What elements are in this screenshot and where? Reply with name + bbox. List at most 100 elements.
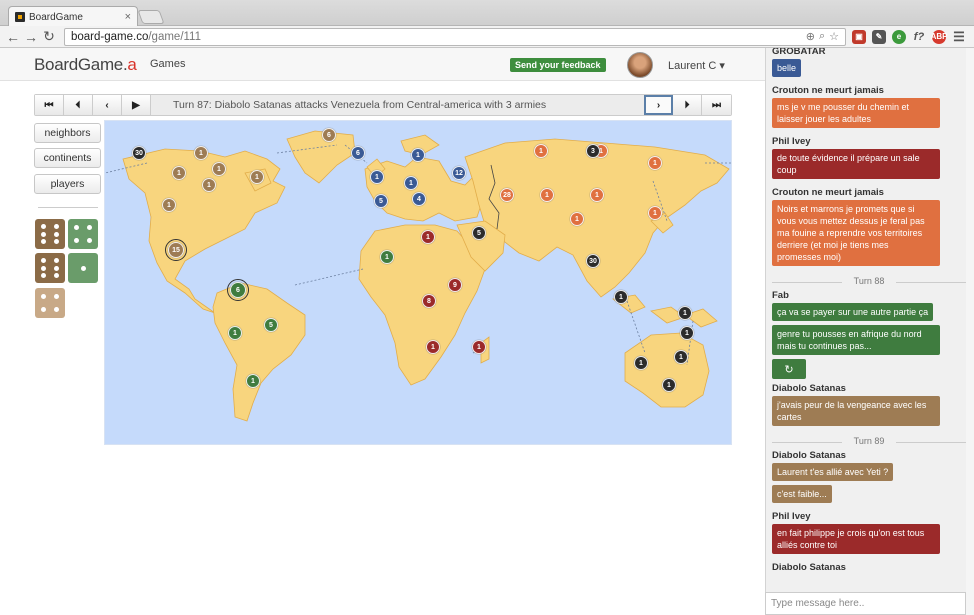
- army-marker[interactable]: 6: [351, 146, 365, 160]
- army-marker[interactable]: 5: [264, 318, 278, 332]
- chat-author: Phil Ivey: [772, 136, 811, 147]
- army-marker[interactable]: 1: [411, 148, 425, 162]
- menu-icon[interactable]: ☰: [952, 29, 966, 44]
- die-pip: [41, 224, 46, 229]
- army-marker[interactable]: 1: [250, 170, 264, 184]
- last-turn-button[interactable]: ⏭: [702, 95, 731, 115]
- army-marker[interactable]: 1: [194, 146, 208, 160]
- chat-input[interactable]: [765, 592, 966, 615]
- user-menu[interactable]: Laurent C ▾: [668, 59, 725, 72]
- browser-tab[interactable]: BoardGame ×: [8, 6, 138, 27]
- army-marker[interactable]: 1: [162, 198, 176, 212]
- army-marker[interactable]: 1: [614, 290, 628, 304]
- map-svg: [105, 130, 731, 422]
- search-icon[interactable]: ⌕: [819, 30, 825, 43]
- adblock-icon[interactable]: ABP: [931, 29, 947, 44]
- army-marker[interactable]: 9: [448, 278, 462, 292]
- die-pip: [87, 238, 92, 243]
- avatar[interactable]: [627, 52, 653, 78]
- army-marker[interactable]: 1: [648, 206, 662, 220]
- army-marker[interactable]: 1: [212, 162, 226, 176]
- step-forward-button[interactable]: ›: [644, 95, 673, 115]
- army-marker[interactable]: 4: [412, 192, 426, 206]
- army-marker[interactable]: 1: [228, 326, 242, 340]
- chat-message: Laurent t'es allié avec Yeti ?: [772, 463, 894, 481]
- army-marker[interactable]: 1: [534, 144, 548, 158]
- extension-red-icon[interactable]: ▣: [852, 29, 866, 44]
- army-marker[interactable]: 1: [678, 306, 692, 320]
- previous-turn-button[interactable]: ⏴: [64, 95, 93, 115]
- army-marker[interactable]: 12: [452, 166, 466, 180]
- next-turn-button[interactable]: ⏵: [673, 95, 702, 115]
- browser-tabstrip: BoardGame ×: [0, 0, 974, 27]
- extension-pen-icon[interactable]: ✎: [872, 29, 886, 44]
- chat-messages: GROBATAR belle Crouton ne meurt jamais ms …: [772, 48, 966, 575]
- url-path: /game/111: [148, 30, 201, 43]
- die-pip: [41, 258, 46, 263]
- army-marker[interactable]: 1: [590, 188, 604, 202]
- chat-scrollbar[interactable]: [966, 48, 974, 615]
- zoom-icon[interactable]: ⊕: [806, 30, 815, 43]
- new-tab-button[interactable]: [137, 10, 165, 24]
- army-marker[interactable]: 30: [132, 146, 146, 160]
- bookmark-star-icon[interactable]: ☆: [829, 30, 839, 43]
- turn-description: Turn 87: Diabolo Satanas attacks Venezue…: [173, 99, 547, 111]
- continents-button[interactable]: continents: [34, 148, 101, 168]
- army-marker[interactable]: 1: [570, 212, 584, 226]
- players-button[interactable]: players: [34, 174, 101, 194]
- army-marker[interactable]: 1: [662, 378, 676, 392]
- die-pip: [41, 294, 46, 299]
- tab-close-icon[interactable]: ×: [125, 11, 131, 23]
- army-marker[interactable]: 30: [586, 254, 600, 268]
- army-marker[interactable]: 1: [540, 188, 554, 202]
- back-arrow-icon[interactable]: ←: [4, 28, 22, 46]
- army-marker[interactable]: 6: [322, 128, 336, 142]
- army-marker[interactable]: 1: [172, 166, 186, 180]
- neighbors-button[interactable]: neighbors: [34, 123, 101, 143]
- army-marker[interactable]: 1: [472, 340, 486, 354]
- games-link[interactable]: Games: [150, 58, 185, 70]
- army-marker[interactable]: 8: [422, 294, 436, 308]
- extension-evernote-icon[interactable]: e: [892, 29, 906, 44]
- step-back-button[interactable]: ‹: [93, 95, 122, 115]
- army-marker[interactable]: 1: [380, 250, 394, 264]
- army-marker[interactable]: 1: [634, 356, 648, 370]
- die-pip: [41, 231, 46, 237]
- army-marker[interactable]: 1: [246, 374, 260, 388]
- army-marker[interactable]: 1: [202, 178, 216, 192]
- site-logo[interactable]: BoardGame.a: [34, 55, 137, 75]
- feedback-button[interactable]: Send your feedback: [510, 58, 606, 72]
- forward-arrow-icon[interactable]: →: [22, 28, 40, 46]
- army-marker[interactable]: 1: [680, 326, 694, 340]
- url-bar[interactable]: board-game.co/game/111 ⊕ ⌕ ☆: [64, 27, 846, 46]
- die-pip: [54, 294, 59, 299]
- turn-separator: Turn 89: [772, 436, 966, 446]
- army-marker[interactable]: 1: [648, 156, 662, 170]
- url-host: board-game.co: [71, 30, 149, 43]
- world-map[interactable]: 30 1 1 1 1 1 1 6 15 6 1 5 1 6 1 1 1 5 4 12 1 1 3 1 28 1 1 1 1 1 5 1 9 8 1 1…: [104, 120, 732, 445]
- army-marker[interactable]: 28: [500, 188, 514, 202]
- army-marker[interactable]: 15: [165, 239, 187, 261]
- first-turn-button[interactable]: ⏮: [35, 95, 64, 115]
- extension-formula-icon[interactable]: f?: [912, 30, 926, 44]
- reload-icon[interactable]: ↻: [40, 28, 58, 46]
- army-marker[interactable]: 1: [426, 340, 440, 354]
- army-marker[interactable]: 6: [227, 279, 249, 301]
- die: [35, 253, 65, 283]
- army-marker[interactable]: 1: [674, 350, 688, 364]
- army-marker[interactable]: 1: [421, 230, 435, 244]
- army-marker[interactable]: 3: [586, 144, 600, 158]
- die-pip: [74, 238, 79, 243]
- army-marker[interactable]: 1: [370, 170, 384, 184]
- die-pip: [80, 265, 86, 271]
- chat-message: ms je v me pousser du chemin et laisser …: [772, 98, 940, 128]
- refresh-icon[interactable]: ↻: [772, 359, 806, 379]
- chat-message: c'est faible...: [772, 485, 832, 503]
- army-marker[interactable]: 5: [374, 194, 388, 208]
- chat-author: GROBATAR: [772, 48, 826, 57]
- turn-separator: Turn 88: [772, 276, 966, 286]
- army-marker[interactable]: 5: [472, 226, 486, 240]
- play-button[interactable]: ▶: [122, 95, 151, 115]
- army-marker[interactable]: 1: [404, 176, 418, 190]
- chat-author: Diabolo Satanas: [772, 450, 846, 461]
